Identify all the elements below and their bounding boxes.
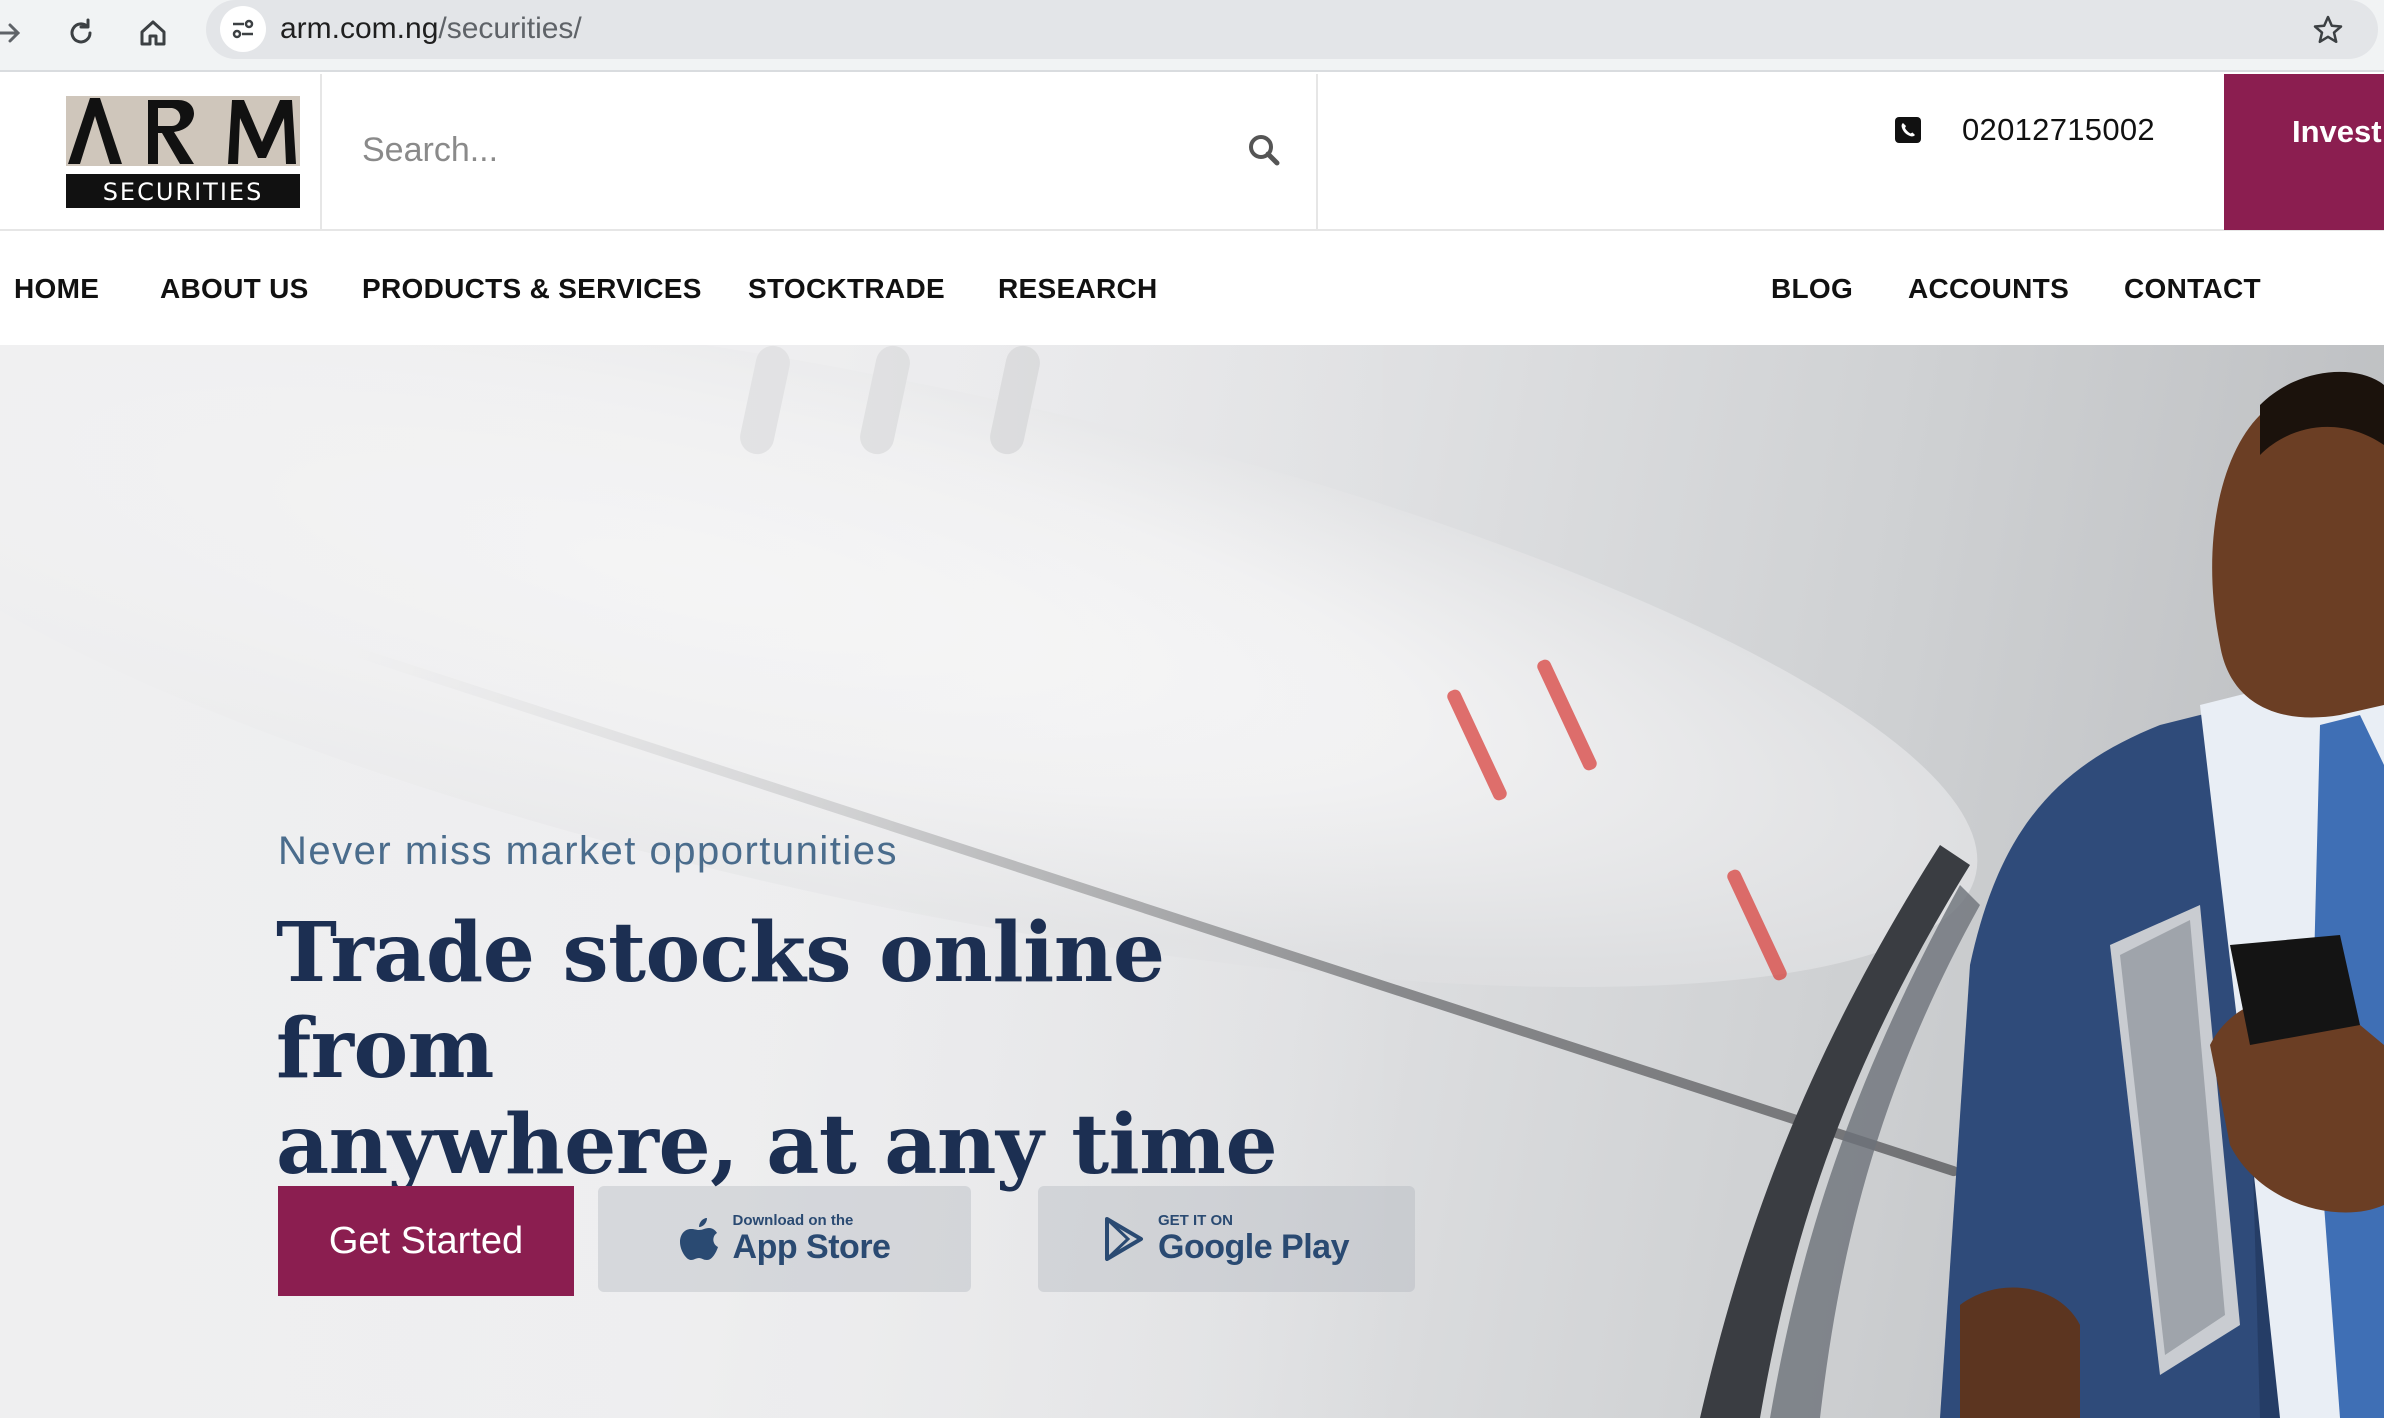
hero-title-line2: anywhere, at any time xyxy=(276,1097,1278,1193)
phone-number[interactable]: 02012715002 xyxy=(1962,110,2155,150)
url-text[interactable]: arm.com.ng/securities/ xyxy=(280,9,582,49)
nav-item-research[interactable]: RESEARCH xyxy=(998,271,1158,307)
search-input[interactable] xyxy=(362,124,1182,176)
google-play-button[interactable]: GET IT ON Google Play xyxy=(1038,1186,1415,1292)
logo-cell: SECURITIES xyxy=(0,74,322,231)
address-bar[interactable]: arm.com.ng/securities/ xyxy=(206,0,2378,59)
app-store-button[interactable]: Download on the App Store xyxy=(598,1186,971,1292)
nav-item-accounts[interactable]: ACCOUNTS xyxy=(1908,271,2069,307)
main-nav: HOME ABOUT US PRODUCTS & SERVICES STOCKT… xyxy=(0,233,2384,345)
nav-item-stocktrade[interactable]: STOCKTRADE xyxy=(748,271,945,307)
app-store-small-text: Download on the xyxy=(732,1212,854,1229)
nav-item-products-services[interactable]: PRODUCTS & SERVICES xyxy=(362,271,702,307)
nav-item-home[interactable]: HOME xyxy=(14,271,99,307)
logo-subtext: SECURITIES xyxy=(103,178,264,206)
apple-icon xyxy=(679,1218,718,1260)
hero-subtitle: Never miss market opportunities xyxy=(278,829,899,873)
google-play-icon xyxy=(1105,1217,1143,1261)
nav-item-blog[interactable]: BLOG xyxy=(1771,271,1853,307)
google-play-big-text: Google Play xyxy=(1158,1228,1350,1266)
browser-toolbar: arm.com.ng/securities/ xyxy=(0,0,2384,72)
site-header: SECURITIES 02012715002 Invest xyxy=(0,74,2384,231)
site-info-icon[interactable] xyxy=(220,6,266,52)
search-icon[interactable] xyxy=(1240,126,1288,174)
nav-item-about-us[interactable]: ABOUT US xyxy=(160,271,309,307)
bookmark-star-icon[interactable] xyxy=(2306,8,2350,52)
invest-button[interactable]: Invest xyxy=(2224,74,2384,230)
home-icon[interactable] xyxy=(126,6,180,60)
url-path: /securities/ xyxy=(438,12,582,45)
arm-securities-logo[interactable]: SECURITIES xyxy=(66,96,300,208)
google-play-small-text: GET IT ON xyxy=(1158,1212,1233,1229)
app-store-big-text: App Store xyxy=(732,1228,891,1266)
hero-title-line1: Trade stocks online from xyxy=(276,905,1165,1097)
url-host: arm.com.ng xyxy=(280,12,439,45)
nav-item-contact[interactable]: CONTACT xyxy=(2124,271,2261,307)
reload-icon[interactable] xyxy=(54,6,108,60)
phone-icon xyxy=(1894,116,1922,144)
hero-section: Never miss market opportunities Trade st… xyxy=(0,345,2384,1418)
back-arrow-icon[interactable] xyxy=(0,6,34,60)
businessman-photo xyxy=(1700,371,2384,1418)
search-cell xyxy=(322,74,1318,231)
get-started-button[interactable]: Get Started xyxy=(278,1186,574,1296)
hero-title: Trade stocks online from anywhere, at an… xyxy=(276,905,1376,1193)
